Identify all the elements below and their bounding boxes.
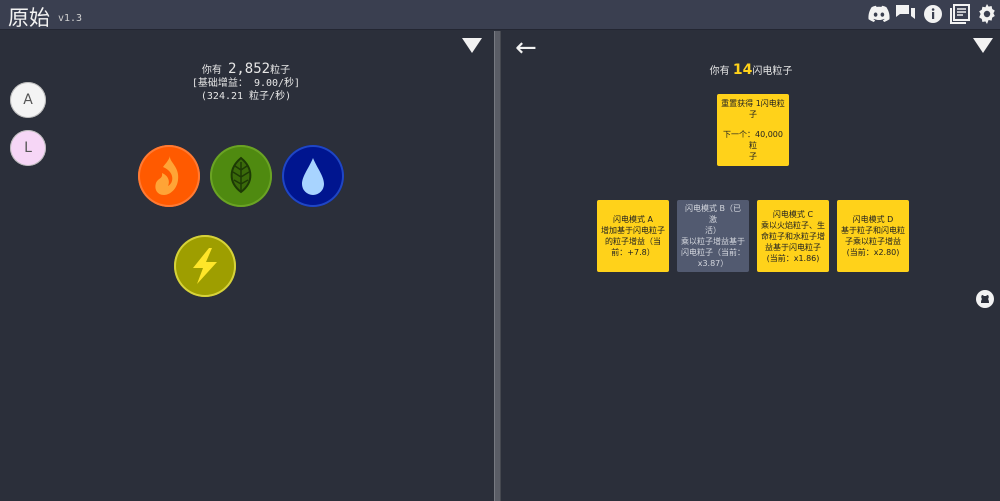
- lightning-icon: [193, 248, 217, 284]
- lightning-amount-header: 你有 14闪电粒子: [651, 62, 851, 78]
- upgrade-b-desc1: 乘以粒子增益基于: [681, 237, 745, 246]
- reset-button[interactable]: 重置获得 1闪电粒 子 下一个：40,000粒 子: [717, 94, 789, 166]
- top-icons: [868, 3, 998, 25]
- collapse-triangle-right-icon[interactable]: [973, 38, 993, 53]
- particles-per-second: (324.21 粒子/秒): [200, 91, 292, 102]
- stat-prefix: 你有: [201, 65, 222, 76]
- upgrade-a-title: 闪电模式 A: [612, 215, 653, 224]
- leaderboard-button[interactable]: L: [10, 130, 46, 166]
- chat-icon[interactable]: [895, 3, 917, 25]
- upgrade-c-desc2: 命粒子和水粒子增: [761, 231, 825, 241]
- upgrade-c-desc3: 益基于闪电粒子: [765, 242, 821, 252]
- header-suffix: 闪电粒子: [752, 66, 793, 77]
- upgrade-c-current: (当前：x1.86): [766, 253, 820, 263]
- reset-line2: 子: [749, 110, 757, 119]
- upgrade-d-desc2: 子乘以粒子增益: [845, 237, 901, 246]
- water-layer-node[interactable]: [282, 145, 344, 207]
- stat-suffix: 粒子: [270, 65, 291, 76]
- upgrade-d-title: 闪电模式 D: [852, 215, 894, 224]
- app-version: v1.3: [58, 13, 83, 24]
- changelog-icon[interactable]: [949, 3, 971, 25]
- upgrade-b-title: 闪电模式 B（已激: [684, 204, 742, 224]
- particle-amount: 2,852: [227, 61, 271, 77]
- reset-line3: 下一个：40,000粒: [723, 130, 783, 150]
- upgrade-b-title2: 活）: [705, 226, 721, 235]
- settings-gear-icon[interactable]: [976, 3, 998, 25]
- info-icon[interactable]: [922, 3, 944, 25]
- reset-line1: 重置获得 1闪电粒: [721, 99, 785, 108]
- leaderboard-label: L: [24, 140, 32, 156]
- fire-layer-node[interactable]: [138, 145, 200, 207]
- upgrade-a-current: 前：+7.8）: [611, 248, 655, 257]
- upgrade-mode-a[interactable]: 闪电模式 A 增加基于闪电粒子 的粒子增益（当 前：+7.8）: [597, 200, 669, 272]
- upgrade-a-desc1: 增加基于闪电粒子: [601, 226, 665, 235]
- achievements-label: A: [23, 92, 33, 108]
- top-bar: 原始 v1.3: [0, 0, 1000, 30]
- base-gain: [基础增益： 9.00/秒]: [191, 78, 301, 89]
- app-title: 原始: [8, 6, 50, 30]
- upgrade-b-current: x3.87）: [697, 259, 729, 268]
- upgrade-d-desc1: 基于粒子和闪电粒: [841, 226, 905, 235]
- lightning-layer-node[interactable]: [174, 235, 236, 297]
- collapse-triangle-icon[interactable]: [462, 38, 482, 53]
- back-arrow-icon[interactable]: ←: [515, 33, 537, 63]
- life-layer-node[interactable]: [210, 145, 272, 207]
- panel-divider-handle[interactable]: [494, 31, 501, 501]
- upgrade-d-current: (当前：x2.80): [846, 248, 900, 257]
- leaf-icon: [230, 156, 252, 194]
- upgrade-mode-c[interactable]: 闪电模式 C 乘以火焰粒子、生 命粒子和水粒子增 益基于闪电粒子 (当前：x1.…: [757, 200, 829, 272]
- lightning-amount: 14: [732, 62, 753, 78]
- particle-stats: 你有 2,852粒子 [基础增益： 9.00/秒] (324.21 粒子/秒): [146, 61, 346, 103]
- flame-icon: [155, 156, 179, 195]
- achievements-button[interactable]: A: [10, 82, 46, 118]
- left-panel-tree: 你有 2,852粒子 [基础增益： 9.00/秒] (324.21 粒子/秒) …: [0, 31, 494, 501]
- upgrade-mode-d[interactable]: 闪电模式 D 基于粒子和闪电粒 子乘以粒子增益 (当前：x2.80): [837, 200, 909, 272]
- right-panel-lightning: ← 你有 14闪电粒子 重置获得 1闪电粒 子 下一个：40,000粒 子 闪电…: [501, 31, 1000, 501]
- upgrade-c-title: 闪电模式 C: [772, 209, 814, 219]
- reset-line4: 子: [749, 152, 757, 161]
- github-icon[interactable]: [976, 290, 994, 308]
- upgrade-c-desc1: 乘以火焰粒子、生: [761, 220, 825, 230]
- upgrade-a-desc2: 的粒子增益（当: [605, 237, 661, 246]
- water-drop-icon: [302, 158, 324, 195]
- upgrade-mode-b[interactable]: 闪电模式 B（已激 活） 乘以粒子增益基于 闪电粒子（当前： x3.87）: [677, 200, 749, 272]
- upgrade-b-desc2: 闪电粒子（当前：: [681, 248, 745, 257]
- discord-icon[interactable]: [868, 3, 890, 25]
- header-prefix: 你有: [709, 66, 730, 77]
